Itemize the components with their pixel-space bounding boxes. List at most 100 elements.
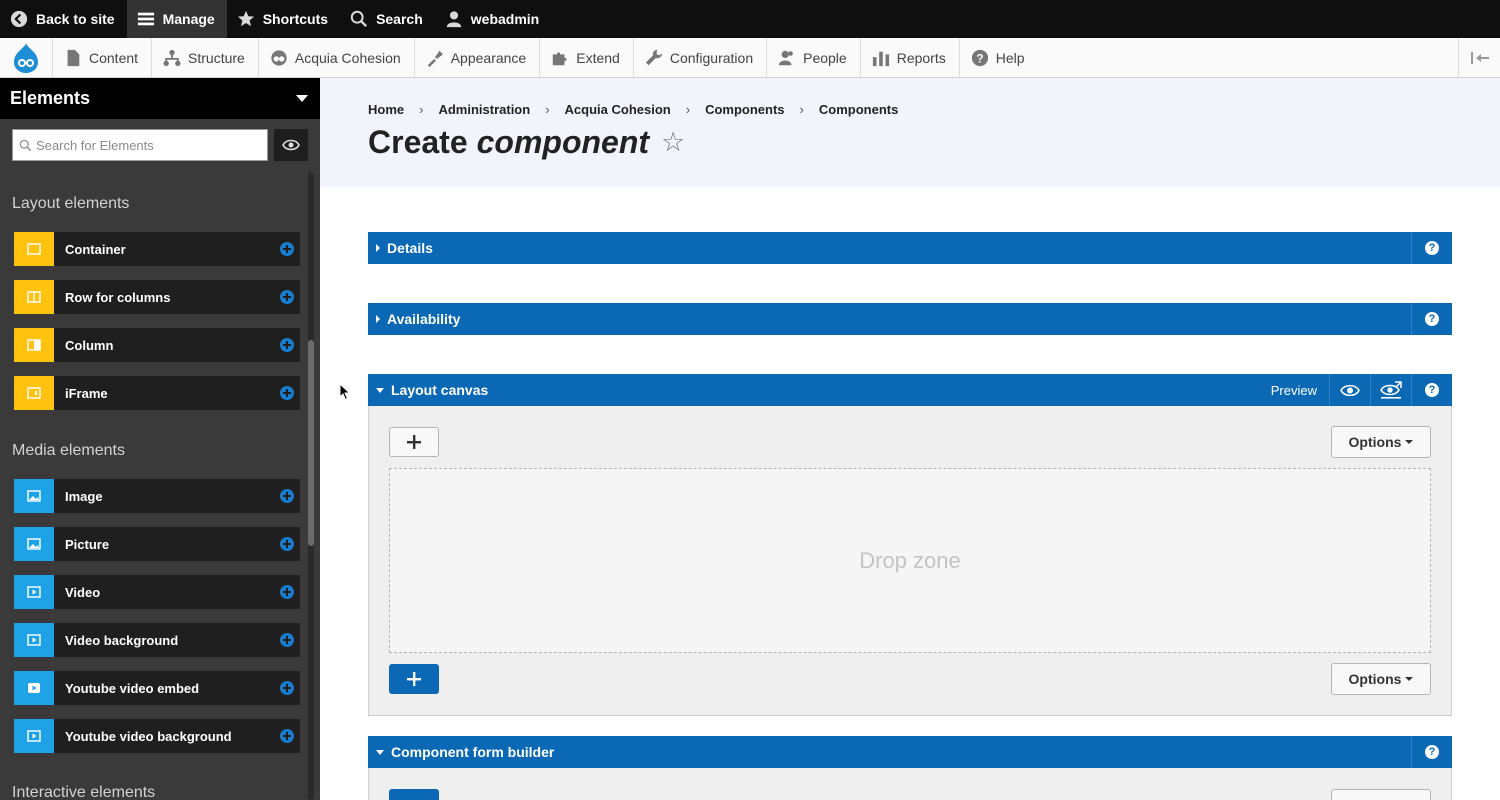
options-bottom-button[interactable]: Options [1331,663,1431,695]
add-element-icon[interactable] [280,681,294,695]
sidebar-search-row [12,129,308,161]
availability-help-button[interactable]: ? [1411,303,1452,335]
menu-configuration-label: Configuration [669,49,754,66]
manage-label: Manage [162,11,215,27]
search-tab[interactable]: Search [340,0,435,38]
shortcut-star-icon[interactable]: ☆ [661,127,685,158]
back-to-site-link[interactable]: Back to site [0,0,127,38]
sidebar-header[interactable]: Elements [0,78,320,119]
menu-people[interactable]: People [766,37,860,78]
menu-structure[interactable]: Structure [151,37,258,78]
add-element-icon[interactable] [280,290,294,304]
drupal-logo-icon[interactable] [0,38,52,78]
breadcrumb-components-current[interactable]: Components [819,102,898,117]
manage-tab[interactable]: Manage [126,0,227,38]
element-container[interactable]: Container [14,232,300,266]
details-help-button[interactable]: ? [1411,232,1452,264]
row-columns-icon [14,280,54,314]
search-box [12,129,268,161]
preview-eye-button[interactable] [1329,374,1370,406]
plus-icon [407,435,421,449]
user-label: webadmin [470,11,540,27]
add-element-top-button[interactable] [389,427,439,457]
add-field-button[interactable] [389,789,439,800]
eye-icon [1340,384,1360,396]
drop-zone[interactable]: Drop zone [389,468,1431,653]
menu-reports[interactable]: Reports [859,37,959,78]
preview-window-button[interactable] [1370,374,1411,406]
details-panel-header[interactable]: Details ? [368,232,1452,264]
element-row-for-columns[interactable]: Row for columns [14,280,300,314]
search-icon [19,139,32,151]
add-element-bottom-button[interactable] [389,664,439,694]
hamburger-icon [137,12,154,26]
menu-appearance[interactable]: Appearance [413,37,540,78]
add-element-icon[interactable] [280,386,294,400]
back-to-site-label: Back to site [36,11,115,27]
help-icon: ? [971,49,988,66]
cohesion-icon [271,49,287,66]
menu-extend[interactable]: Extend [539,37,633,78]
add-element-icon[interactable] [280,633,294,647]
breadcrumb-administration[interactable]: Administration [438,102,530,117]
menu-acquia-cohesion-label: Acquia Cohesion [294,49,401,66]
availability-panel-header[interactable]: Availability ? [368,303,1452,335]
preview-toggle-button[interactable] [274,129,308,161]
menu-extend-label: Extend [576,49,620,66]
menu-structure-label: Structure [188,49,245,66]
element-label: Column [65,337,114,353]
form-builder-help-button[interactable]: ? [1411,736,1452,768]
menu-reports-label: Reports [896,49,946,66]
caret-down-icon [1405,440,1414,444]
element-image[interactable]: Image [14,479,300,513]
element-video[interactable]: Video [14,575,300,609]
add-element-icon[interactable] [280,585,294,599]
layout-canvas-panel-header[interactable]: Layout canvas Preview ? [368,374,1452,406]
menu-content[interactable]: Content [52,37,151,78]
element-label: Youtube video background [65,728,232,744]
shortcuts-label: Shortcuts [262,11,329,27]
user-tab[interactable]: webadmin [435,0,551,38]
sidebar-scrollbar-thumb[interactable] [308,340,314,546]
puzzle-icon [553,51,567,65]
plus-icon [407,672,421,686]
search-elements-input[interactable] [36,137,256,153]
element-column[interactable]: Column [14,328,300,362]
breadcrumb-home[interactable]: Home [368,102,404,117]
add-element-icon[interactable] [280,489,294,503]
element-picture[interactable]: Picture [14,527,300,561]
shortcuts-tab[interactable]: Shortcuts [227,0,340,38]
element-youtube-video-background[interactable]: Youtube video background [14,719,300,753]
breadcrumb-acquia-cohesion[interactable]: Acquia Cohesion [565,102,671,117]
menu-acquia-cohesion[interactable]: Acquia Cohesion [257,37,414,78]
breadcrumb-separator: › [419,102,424,117]
form-options-button[interactable] [1331,789,1431,800]
element-video-background[interactable]: Video background [14,623,300,657]
menu-configuration[interactable]: Configuration [632,37,766,78]
caret-right-icon [376,244,380,252]
add-element-icon[interactable] [280,242,294,256]
element-youtube-video-embed[interactable]: Youtube video embed [14,671,300,705]
caret-down-icon[interactable] [296,95,308,102]
menu-help[interactable]: ? Help [958,37,1038,78]
iframe-icon [14,376,54,410]
sitemap-icon [163,49,181,66]
layout-canvas-help-button[interactable]: ? [1411,374,1452,406]
search-icon [350,10,368,28]
add-element-icon[interactable] [280,729,294,743]
admin-menu-tray: Content Structure Acquia Cohesion Appear… [0,37,1500,78]
image-icon [14,479,54,513]
form-builder-body [368,768,1452,800]
collapse-tray-button[interactable] [1458,38,1500,78]
form-builder-panel-header[interactable]: Component form builder ? [368,736,1452,768]
breadcrumb-components[interactable]: Components [705,102,784,117]
caret-right-icon [376,315,380,323]
add-element-icon[interactable] [280,338,294,352]
element-iframe[interactable]: iFrame [14,376,300,410]
element-label: Video [65,584,101,600]
element-label: iFrame [65,385,108,401]
admin-toolbar: Back to site Manage Shortcuts Search web… [0,0,1500,38]
menu-people-label: People [803,49,847,66]
options-top-button[interactable]: Options [1331,426,1431,458]
add-element-icon[interactable] [280,537,294,551]
